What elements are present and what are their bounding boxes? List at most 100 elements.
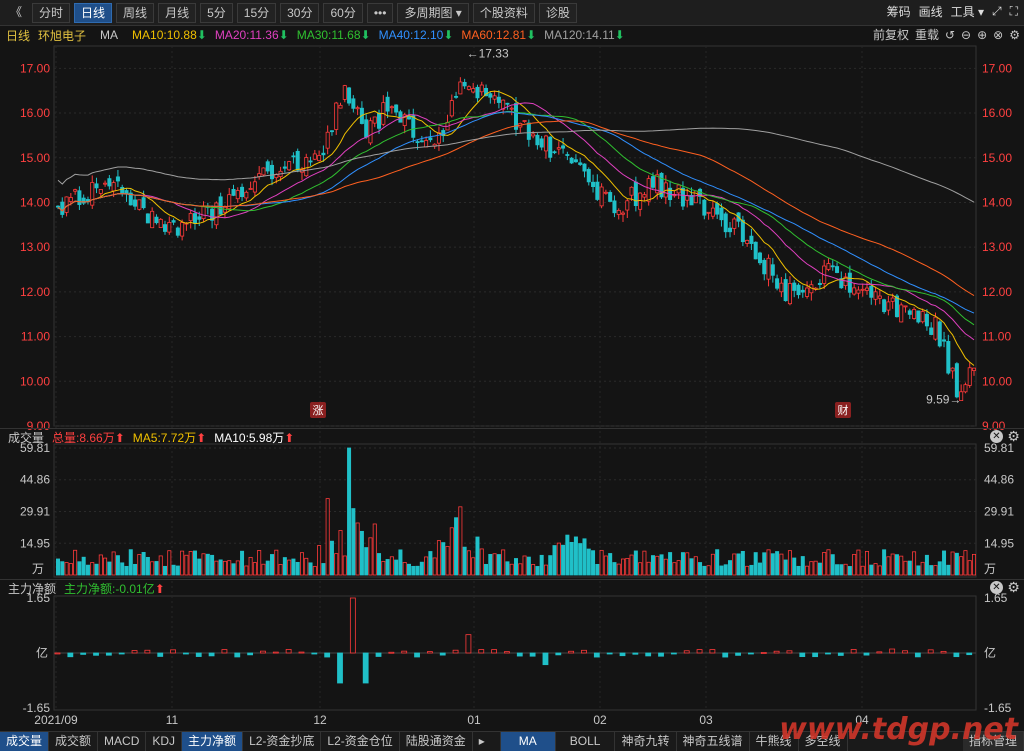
volume-bar	[912, 551, 917, 576]
tab-macd[interactable]: MACD	[98, 732, 147, 751]
volume-bar	[488, 553, 493, 576]
tab-volume[interactable]: 成交量	[0, 732, 50, 751]
volume-bar	[218, 559, 223, 576]
candle-body	[526, 122, 531, 140]
volume-bar	[145, 556, 150, 576]
volume-bar	[167, 550, 172, 576]
tab-main-flow[interactable]: 主力净额	[182, 732, 244, 751]
volume-bar	[171, 564, 176, 576]
flow-bar	[632, 652, 639, 655]
volume-bar	[757, 562, 762, 576]
flow-bar	[337, 652, 343, 684]
tab-ma[interactable]: MA	[500, 732, 556, 751]
close-icon[interactable]: ✕	[990, 581, 1003, 594]
volume-bar	[715, 549, 720, 576]
tab-l2-bottom[interactable]: L2-资金抄底	[243, 732, 322, 751]
volume-bar	[244, 565, 249, 576]
candle-body	[103, 182, 108, 185]
tab-turnover[interactable]: 成交额	[49, 732, 99, 751]
volume-bar	[852, 554, 857, 576]
candle-body	[903, 305, 908, 308]
volume-title[interactable]: 成交量	[8, 429, 44, 446]
candlestick-chart[interactable]: 17.00 17.00 16.00 16.00 15.00 15.00 14.00 14.00…	[0, 0, 1024, 731]
flow-bar	[658, 652, 664, 657]
volume-tick-right: 29.91	[984, 504, 1014, 518]
candle-body	[616, 209, 621, 215]
candle-body	[916, 310, 921, 323]
gear-icon[interactable]: ⚙	[1007, 580, 1020, 594]
tab-kdj[interactable]: KDJ	[146, 732, 183, 751]
flow-bar	[285, 649, 292, 654]
time-tick: 2021/09	[34, 713, 78, 727]
candle-body	[218, 196, 223, 215]
volume-bar	[329, 540, 334, 576]
volume-bar	[351, 508, 356, 576]
candle-body	[466, 86, 471, 90]
candle-body	[710, 207, 715, 217]
candle-body	[158, 218, 163, 228]
volume-bar	[227, 560, 232, 576]
event-badge: 财	[838, 403, 849, 417]
flow-bar	[850, 649, 857, 654]
volume-bar	[800, 556, 805, 576]
tab-scroll-icon[interactable]: ▸	[473, 732, 501, 751]
candle-body	[462, 82, 467, 87]
flow-bar	[619, 652, 626, 657]
volume-bar	[60, 561, 65, 576]
gear-icon[interactable]: ⚙	[1007, 429, 1020, 443]
volume-bar	[334, 553, 339, 576]
candle-body	[137, 199, 142, 210]
flow-bar	[555, 652, 562, 656]
volume-bar	[436, 540, 441, 576]
volume-bar	[317, 545, 322, 576]
flow-bar	[170, 649, 176, 654]
tab-l2-position[interactable]: L2-资金仓位	[321, 732, 400, 751]
volume-bar	[128, 549, 133, 576]
tab-nine[interactable]: 神奇九转	[615, 732, 677, 751]
flow-bar	[516, 652, 523, 657]
volume-bar	[445, 546, 450, 576]
candle-body	[175, 227, 180, 236]
volume-bar	[972, 553, 977, 576]
flow-bar	[452, 649, 459, 654]
volume-bar	[860, 565, 865, 576]
tab-boll[interactable]: BOLL	[556, 732, 616, 751]
flow-bar	[735, 652, 741, 656]
flow-tick-left: -1.65	[23, 701, 51, 715]
candle-body	[351, 98, 356, 109]
flow-title[interactable]: 主力净额	[8, 580, 56, 597]
flow-bar	[529, 652, 536, 657]
volume-bar	[783, 559, 788, 576]
candle-body	[488, 93, 493, 98]
volume-bar	[805, 565, 810, 576]
volume-bar	[663, 558, 668, 576]
volume-bar	[364, 547, 369, 576]
volume-bar	[685, 552, 690, 576]
candle-body	[347, 87, 352, 104]
candle-body	[573, 159, 578, 163]
flow-unit-left: 亿	[36, 645, 48, 660]
flow-controls: ✕ ⚙	[990, 580, 1020, 594]
flow-bar	[914, 652, 921, 658]
volume-bar	[184, 554, 189, 576]
candle-body	[252, 181, 257, 193]
price-tick-left: 13.00	[20, 240, 50, 254]
tab-five-lines[interactable]: 神奇五线谱	[677, 732, 750, 751]
candle-body	[312, 153, 317, 160]
candle-body	[569, 157, 574, 164]
volume-bar	[907, 560, 912, 576]
volume-bar	[158, 555, 163, 576]
candle-body	[817, 282, 822, 285]
candle-body	[740, 219, 745, 243]
candle-body	[355, 107, 360, 110]
time-tick: 12	[313, 713, 327, 727]
candle-body	[963, 384, 968, 393]
close-icon[interactable]: ✕	[990, 430, 1003, 443]
volume-bar	[479, 548, 484, 576]
volume-bar	[484, 563, 489, 576]
volume-bar	[638, 562, 643, 576]
volume-bar	[299, 552, 304, 576]
candle-body	[766, 257, 771, 280]
candle-body	[792, 282, 797, 291]
tab-northbound[interactable]: 陆股通资金	[400, 732, 473, 751]
